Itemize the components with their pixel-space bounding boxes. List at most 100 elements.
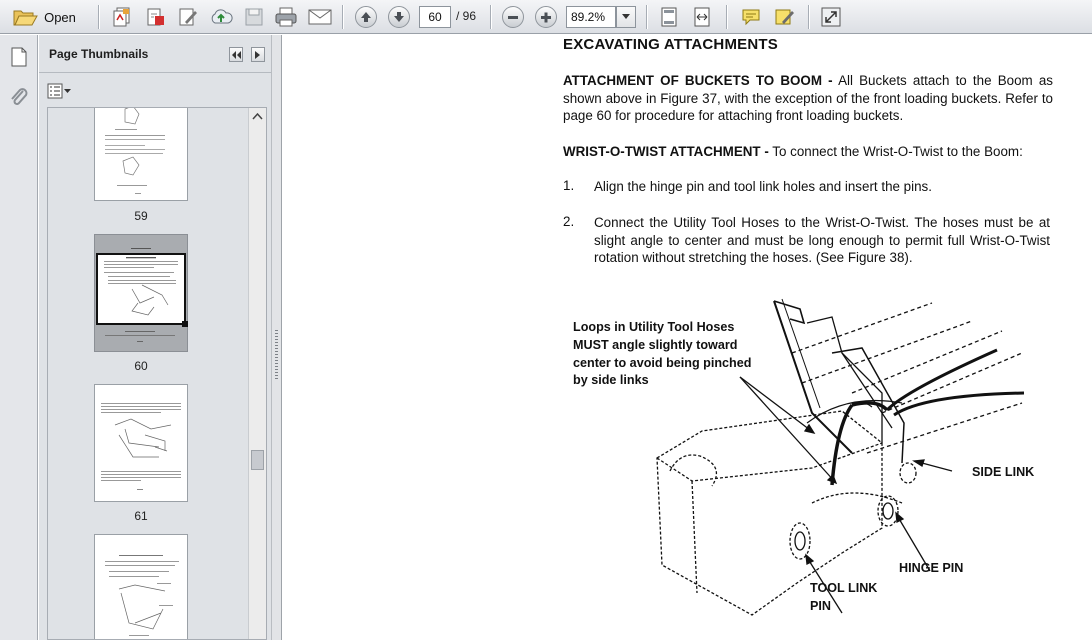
open-label: Open — [44, 9, 76, 25]
thumbnail-content-image — [101, 403, 181, 490]
upload-icon — [211, 9, 233, 24]
save-icon — [245, 8, 263, 26]
callout-line: Loops in Utility Tool Hoses — [573, 320, 735, 334]
print-button[interactable] — [272, 4, 300, 30]
separator — [808, 5, 809, 29]
thumbnail-page-image[interactable] — [94, 534, 188, 639]
zoom-in-button[interactable] — [532, 4, 560, 30]
scrollbar-thumb[interactable] — [251, 450, 264, 470]
double-chevron-left-icon — [232, 50, 241, 59]
previous-page-button[interactable] — [352, 4, 380, 30]
thumbnail-page-image[interactable] — [94, 108, 188, 201]
thumbnail-options-button[interactable] — [47, 82, 73, 100]
thumbnail-page-image[interactable] — [94, 234, 188, 352]
email-button[interactable] — [305, 4, 335, 30]
comment-icon — [742, 9, 760, 26]
thumbnail-page-number: 61 — [134, 509, 148, 523]
section-heading: EXCAVATING ATTACHMENTS — [563, 36, 778, 53]
attachment-icon — [11, 88, 28, 105]
edit-button[interactable] — [174, 4, 202, 30]
open-button[interactable]: Open — [6, 4, 82, 30]
thumbnail-list: 59 60 61 — [47, 107, 267, 640]
thumbnail-page-number: 59 — [134, 209, 148, 223]
paragraph-wrist-o-twist: WRIST-O-TWIST ATTACHMENT - To connect th… — [563, 143, 1053, 161]
previous-page-icon — [355, 6, 377, 28]
next-page-icon — [388, 6, 410, 28]
thumbnail-scrollbar[interactable] — [248, 108, 266, 639]
label-hinge-pin: HINGE PIN — [899, 561, 964, 575]
navigation-rail — [0, 35, 38, 640]
options-list-icon — [47, 83, 71, 99]
panel-menu-button[interactable] — [251, 47, 265, 62]
thumbnail-content-image — [105, 108, 165, 194]
panel-splitter[interactable] — [271, 35, 282, 640]
thumbnail-page-image[interactable] — [94, 384, 188, 502]
fit-width-button[interactable] — [688, 4, 716, 30]
separator — [490, 5, 491, 29]
convert-pdf-icon — [147, 8, 164, 26]
paragraph-buckets: ATTACHMENT OF BUCKETS TO BOOM - All Buck… — [563, 72, 1053, 125]
label-line: PIN — [810, 598, 831, 613]
zoom-out-icon — [502, 6, 524, 28]
sign-icon — [775, 9, 794, 25]
paragraph-title: WRIST-O-TWIST ATTACHMENT - — [563, 144, 769, 159]
fit-width-icon — [694, 7, 710, 27]
paragraph-text: To connect the Wrist-O-Twist to the Boom… — [768, 144, 1023, 159]
step-text: Align the hinge pin and tool link holes … — [594, 179, 932, 194]
thumbnail-content-image — [105, 555, 179, 636]
main-toolbar: Open 60 / 96 89.2% — [0, 0, 1092, 34]
thumbnail-page-number: 60 — [134, 359, 148, 373]
edit-icon — [179, 8, 197, 26]
thumbnails-panel: Page Thumbnails 59 60 61 — [39, 35, 271, 640]
fullscreen-icon — [821, 7, 841, 27]
figure-wrist-o-twist: Loops in Utility Tool Hoses MUST angle s… — [552, 293, 1052, 638]
fit-page-button[interactable] — [655, 4, 683, 30]
email-icon — [308, 9, 332, 25]
page-number-input[interactable]: 60 — [419, 6, 451, 28]
next-page-button[interactable] — [385, 4, 413, 30]
print-icon — [275, 7, 297, 27]
zoom-in-icon — [535, 6, 557, 28]
save-button[interactable] — [240, 4, 268, 30]
zoom-level-input[interactable]: 89.2% — [566, 6, 616, 28]
label-tool-link-pin: TOOL LINK PIN — [810, 580, 877, 616]
chevron-right-icon — [255, 50, 260, 59]
create-pdf-button[interactable] — [108, 4, 136, 30]
callout-line: center to avoid being pinched — [573, 355, 752, 370]
fit-page-icon — [661, 7, 677, 27]
separator — [726, 5, 727, 29]
sign-button[interactable] — [770, 4, 798, 30]
chevron-down-icon — [622, 14, 630, 19]
splitter-grip[interactable] — [275, 330, 278, 380]
convert-pdf-button[interactable] — [141, 4, 169, 30]
callout-loops: Loops in Utility Tool Hoses MUST angle s… — [573, 319, 751, 390]
step-text: Connect the Utility Tool Hoses to the Wr… — [594, 215, 1050, 266]
document-view: EXCAVATING ATTACHMENTS ATTACHMENT OF BUC… — [282, 35, 1092, 640]
thumbnail-content-image — [104, 257, 178, 316]
step-number: 1. — [563, 178, 575, 193]
visible-area-box[interactable] — [96, 253, 188, 327]
page-icon — [11, 47, 27, 67]
page-total-label: / 96 — [456, 9, 477, 23]
page-thumbnails-tab[interactable] — [6, 44, 32, 70]
separator — [342, 5, 343, 29]
step-number: 2. — [563, 214, 575, 229]
label-side-link: SIDE LINK — [972, 465, 1035, 479]
paragraph-title: ATTACHMENT OF BUCKETS TO BOOM - — [563, 73, 833, 88]
callout-line: by side links — [573, 373, 649, 388]
collapse-panel-button[interactable] — [229, 47, 243, 62]
panel-header: Page Thumbnails — [39, 35, 271, 73]
callout-line: MUST angle slightly toward — [573, 337, 738, 352]
label-line: TOOL LINK — [810, 581, 878, 595]
attachments-tab[interactable] — [6, 84, 32, 110]
separator — [98, 5, 99, 29]
separator — [646, 5, 647, 29]
folder-open-icon — [13, 10, 38, 26]
upload-button[interactable] — [207, 4, 235, 30]
create-pdf-icon — [113, 7, 130, 27]
comment-button[interactable] — [737, 4, 765, 30]
zoom-dropdown-button[interactable] — [616, 6, 636, 28]
fullscreen-button[interactable] — [817, 4, 845, 30]
zoom-out-button[interactable] — [499, 4, 527, 30]
chevron-up-icon — [252, 113, 263, 120]
